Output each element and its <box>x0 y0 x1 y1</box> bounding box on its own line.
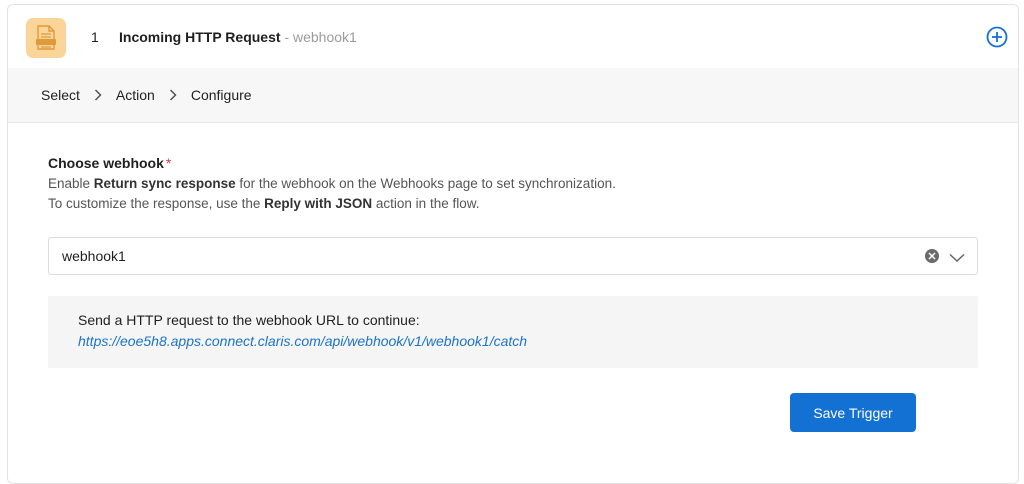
help-text: Enable <box>48 176 94 191</box>
webhook-select[interactable]: webhook1 <box>48 237 978 275</box>
step-title-text: Incoming HTTP Request <box>119 29 281 45</box>
save-trigger-button[interactable]: Save Trigger <box>790 393 916 432</box>
chevron-down-icon[interactable] <box>949 250 965 266</box>
clear-icon[interactable] <box>925 249 939 263</box>
plus-circle-icon <box>986 26 1008 48</box>
chevron-right-icon <box>94 89 102 101</box>
step-header: 1 Incoming HTTP Request - webhook1 <box>8 5 1018 69</box>
help-bold-text: Reply with JSON <box>264 196 373 211</box>
webhook-url-link[interactable]: https://eoe5h8.apps.connect.claris.com/a… <box>78 333 948 349</box>
step-subtitle: - webhook1 <box>284 29 357 45</box>
required-mark: * <box>165 155 172 171</box>
field-label: Choose webhook * <box>48 155 978 171</box>
breadcrumb: Select Action Configure <box>8 68 1018 123</box>
help-text: for the webhook on the Webhooks page to … <box>235 176 616 191</box>
help-line-2: To customize the response, use the Reply… <box>48 194 978 214</box>
webhook-select-value: webhook1 <box>62 248 126 264</box>
configure-form: Choose webhook * Enable Return sync respo… <box>48 155 978 432</box>
step-number: 1 <box>91 29 99 45</box>
help-line-1: Enable Return sync response for the webh… <box>48 174 978 194</box>
field-help: Enable Return sync response for the webh… <box>48 174 978 214</box>
trigger-panel: 1 Incoming HTTP Request - webhook1 Selec… <box>7 4 1019 484</box>
help-text: action in the flow. <box>372 196 480 211</box>
breadcrumb-configure[interactable]: Configure <box>191 87 252 103</box>
http-document-icon <box>26 18 66 58</box>
info-message: Send a HTTP request to the webhook URL t… <box>78 312 420 328</box>
help-text: To customize the response, use the <box>48 196 265 211</box>
chevron-right-icon <box>169 89 177 101</box>
breadcrumb-select[interactable]: Select <box>41 87 80 103</box>
breadcrumb-action[interactable]: Action <box>116 87 155 103</box>
field-label-text: Choose webhook <box>48 155 164 171</box>
webhook-info-box: Send a HTTP request to the webhook URL t… <box>48 296 978 368</box>
add-step-button[interactable] <box>986 26 1008 48</box>
step-title: Incoming HTTP Request - webhook1 <box>119 29 357 45</box>
help-bold-text: Return sync response <box>93 176 236 191</box>
